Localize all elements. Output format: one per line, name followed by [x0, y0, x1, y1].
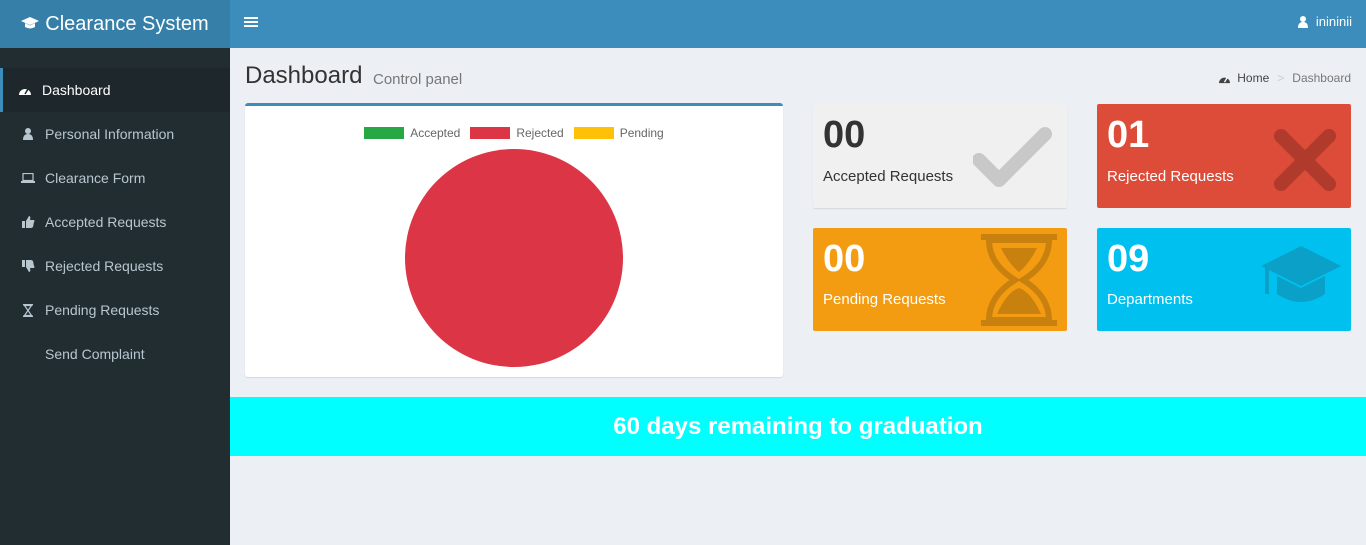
pie-slice-rejected[interactable]: [405, 149, 623, 367]
sidebar-item-personal-information[interactable]: Personal Information: [0, 112, 230, 156]
hourglass-icon: [21, 303, 35, 317]
pending-count: 00: [823, 238, 866, 280]
page-subtitle: Control panel: [373, 71, 463, 88]
accepted-label: Accepted Requests: [823, 168, 954, 185]
requests-chart-box: Accepted Rejected Pending: [245, 103, 783, 377]
laptop-icon: [21, 171, 35, 185]
sidebar-item-label: Personal Information: [45, 126, 175, 142]
sidebar-item-send-complaint[interactable]: Send Complaint: [0, 332, 230, 376]
menu-bar: [244, 25, 258, 27]
departments-count: 09: [1107, 238, 1150, 280]
graduation-cap-icon: [1261, 246, 1341, 302]
sidebar-item-label: Pending Requests: [45, 302, 160, 318]
user-icon: [21, 127, 35, 141]
menu-bar: [244, 21, 258, 23]
hourglass-icon: [981, 234, 1057, 326]
breadcrumb-separator: >: [1277, 71, 1285, 85]
thumbs-up-icon: [21, 215, 35, 229]
blank-icon: [21, 347, 35, 361]
accepted-requests-box[interactable]: 00 Accepted Requests: [813, 104, 1067, 208]
breadcrumb-home-link[interactable]: Home: [1237, 71, 1269, 85]
dashboard-icon: [18, 83, 32, 97]
top-navbar: inininii: [230, 0, 1366, 48]
graduation-countdown-banner: 60 days remaining to graduation: [230, 397, 1366, 456]
pie-chart: [405, 149, 623, 367]
close-icon: [1274, 129, 1336, 191]
menu-bar: [244, 17, 258, 19]
sidebar-item-label: Accepted Requests: [45, 214, 167, 230]
sidebar-item-label: Send Complaint: [45, 346, 145, 362]
breadcrumb-current: Dashboard: [1292, 71, 1351, 85]
sidebar-item-label: Rejected Requests: [45, 258, 164, 274]
thumbs-down-icon: [21, 259, 35, 273]
checkmark-icon: [973, 127, 1052, 187]
sidebar-item-label: Clearance Form: [45, 170, 146, 186]
sidebar-item-clearance-form[interactable]: Clearance Form: [0, 156, 230, 200]
sidebar-item-pending-requests[interactable]: Pending Requests: [0, 288, 230, 332]
user-menu[interactable]: inininii: [1297, 14, 1352, 29]
sidebar-item-accepted-requests[interactable]: Accepted Requests: [0, 200, 230, 244]
breadcrumb: Home > Dashboard: [1218, 71, 1351, 85]
pending-requests-box[interactable]: 00 Pending Requests: [813, 228, 1067, 331]
sidebar-menu: Dashboard Personal Information Clearance…: [0, 68, 230, 376]
sidebar-item-dashboard[interactable]: Dashboard: [0, 68, 230, 112]
departments-label: Departments: [1107, 291, 1193, 308]
accepted-count: 00: [823, 114, 866, 156]
sidebar-item-rejected-requests[interactable]: Rejected Requests: [0, 244, 230, 288]
departments-box[interactable]: 09 Departments: [1097, 228, 1351, 331]
username: inininii: [1315, 14, 1352, 29]
rejected-label: Rejected Requests: [1107, 168, 1234, 185]
dashboard-icon: [1219, 76, 1231, 83]
rejected-count: 01: [1107, 114, 1150, 156]
sidebar-toggle-button[interactable]: [244, 15, 258, 33]
graduation-cap-icon: [21, 17, 40, 29]
pending-label: Pending Requests: [823, 291, 946, 308]
rejected-requests-box[interactable]: 01 Rejected Requests: [1097, 104, 1351, 208]
user-icon: [1297, 15, 1308, 28]
sidebar: Dashboard Personal Information Clearance…: [0, 48, 230, 545]
sidebar-item-label: Dashboard: [42, 82, 111, 98]
app-logo[interactable]: Clearance System: [0, 0, 230, 48]
countdown-text: 60 days remaining to graduation: [613, 412, 983, 440]
page-title: Dashboard: [245, 62, 363, 89]
app-title: Clearance System: [45, 12, 209, 35]
